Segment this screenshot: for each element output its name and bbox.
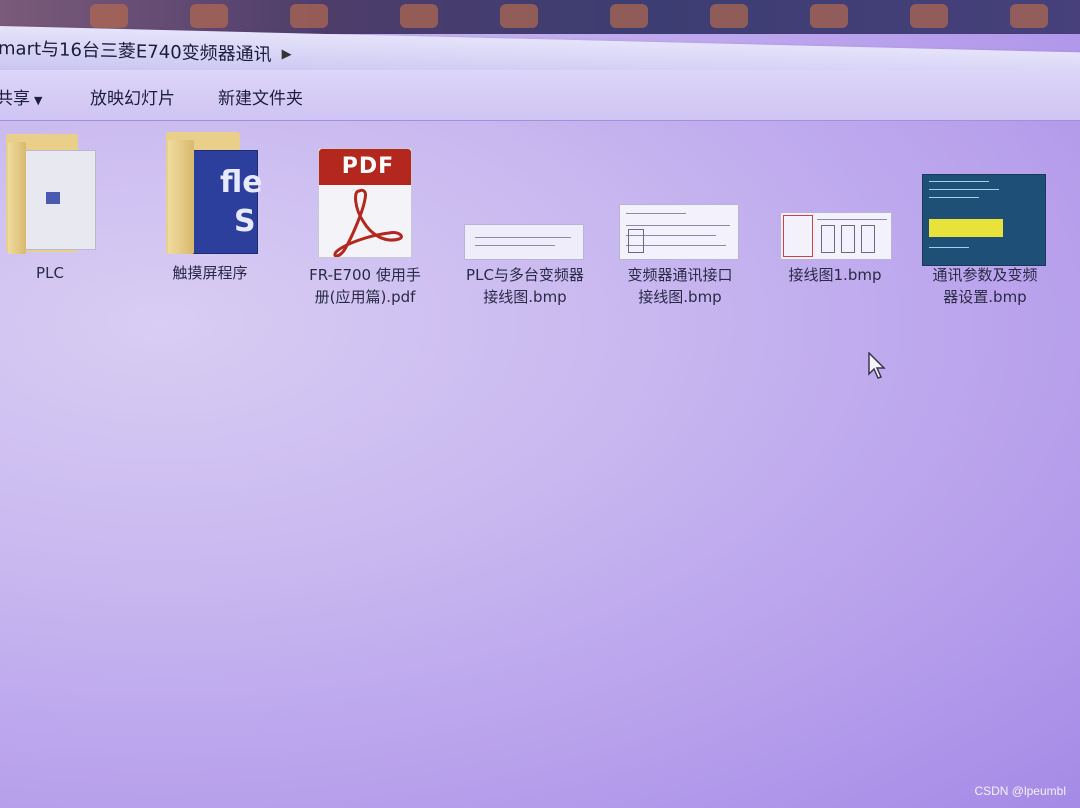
file-item-bmp[interactable]: 接线图1.bmp: [760, 138, 910, 286]
chevron-down-icon: ▼: [34, 94, 43, 107]
share-button[interactable]: 共享 ▼: [0, 84, 42, 109]
blurred-taskbar-icon: [290, 4, 328, 28]
blurred-taskbar-icon: [190, 4, 228, 28]
file-item-bmp[interactable]: 通讯参数及变频 器设置.bmp: [910, 140, 1060, 308]
pdf-icon: PDF: [290, 132, 440, 258]
blurred-taskbar-icon: [710, 4, 748, 28]
blurred-taskbar-icon: [500, 4, 538, 28]
pdf-badge: PDF: [319, 149, 411, 185]
breadcrumb[interactable]: mart与16台三菱E740变频器通讯 ▶: [0, 34, 292, 67]
file-item-bmp[interactable]: 变频器通讯接口 接线图.bmp: [605, 136, 755, 308]
file-list: PLC fle S 触摸屏程序 PDF FR-E700 使用手 册(应用篇).p…: [0, 122, 1080, 808]
file-item-bmp[interactable]: PLC与多台变频器 接线图.bmp: [450, 136, 600, 308]
file-name: PLC: [36, 264, 64, 282]
watermark: CSDN @lpeumbl: [974, 784, 1066, 798]
file-name: 接线图1.bmp: [788, 266, 882, 284]
file-name: FR-E700 使用手 册(应用篇).pdf: [309, 266, 421, 306]
blurred-taskbar-icon: [910, 4, 948, 28]
blurred-taskbar-icon: [400, 4, 438, 28]
toolbar: 共享 ▼ 放映幻灯片 新建文件夹: [0, 70, 1080, 121]
blurred-taskbar-icon: [1010, 4, 1048, 28]
slideshow-button[interactable]: 放映幻灯片: [90, 84, 175, 109]
file-name: 触摸屏程序: [172, 264, 248, 282]
breadcrumb-current-folder[interactable]: mart与16台三菱E740变频器通讯: [0, 34, 272, 67]
acrobat-logo-icon: [333, 188, 403, 257]
mouse-cursor-icon: [868, 352, 886, 379]
folder-icon: [0, 128, 110, 256]
slideshow-label: 放映幻灯片: [90, 89, 175, 109]
chevron-right-icon[interactable]: ▶: [282, 46, 292, 61]
file-name: PLC与多台变频器 接线图.bmp: [466, 266, 584, 306]
blurred-taskbar-icon: [610, 4, 648, 28]
new-folder-button[interactable]: 新建文件夹: [218, 84, 303, 109]
file-name: 变频器通讯接口 接线图.bmp: [627, 266, 733, 306]
new-folder-label: 新建文件夹: [218, 89, 303, 109]
file-item-pdf[interactable]: PDF FR-E700 使用手 册(应用篇).pdf: [290, 132, 440, 308]
file-item-folder[interactable]: fle S 触摸屏程序: [140, 128, 280, 284]
image-thumbnail-icon: [760, 138, 910, 260]
monitor-top-edge: [0, 0, 1080, 34]
image-thumbnail-icon: [450, 136, 600, 260]
file-item-folder[interactable]: PLC: [0, 128, 120, 284]
folder-icon: fle S: [150, 128, 270, 256]
blurred-taskbar-icon: [810, 4, 848, 28]
image-thumbnail-icon: [605, 136, 755, 260]
image-thumbnail-icon: [910, 140, 1060, 266]
blurred-taskbar-icon: [90, 4, 128, 28]
share-label: 共享: [0, 89, 30, 109]
file-name: 通讯参数及变频 器设置.bmp: [932, 266, 1038, 306]
